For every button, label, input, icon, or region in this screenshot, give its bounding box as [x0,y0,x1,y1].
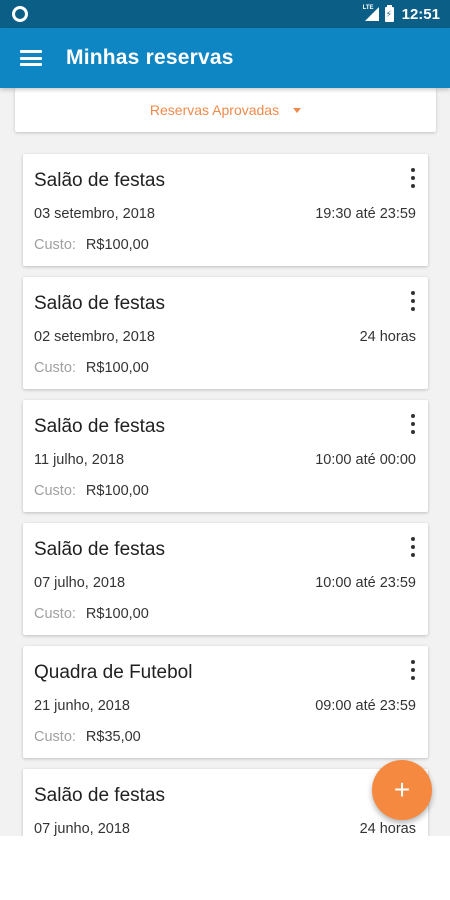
cost-value: R$100,00 [85,237,149,253]
reservation-cost: Custo: R$35,00 [34,729,141,745]
more-options-icon[interactable] [409,168,417,188]
reservation-time: 10:00 até 00:00 [315,452,416,468]
cost-value: R$100,00 [85,483,149,499]
circle-notification-icon [12,6,28,22]
battery-icon: ⚡ [384,4,394,22]
more-options-icon[interactable] [409,414,417,434]
reservation-cost: Custo: R$100,00 [34,237,149,253]
reservation-card[interactable]: Salão de festas 02 setembro, 2018 24 hor… [23,277,428,389]
battery-charging-symbol: ⚡ [385,8,392,19]
reservation-card[interactable]: Salão de festas 03 setembro, 2018 19:30 … [23,154,428,266]
reservation-time: 09:00 até 23:59 [315,698,416,714]
reservation-date: 11 julho, 2018 [34,452,125,468]
reservation-date: 07 julho, 2018 [34,575,126,591]
filter-card: Reservas Aprovadas [15,88,436,132]
signal-icon: LTE [362,5,379,21]
more-options-icon[interactable] [409,537,417,557]
status-left [12,6,28,22]
status-icons: LTE ⚡ [362,4,394,22]
reservation-title: Quadra de Futebol [34,662,193,683]
status-time: 12:51 [401,5,440,23]
cost-label: Custo: [34,360,76,376]
reservation-cost: Custo: R$100,00 [34,483,149,499]
reservation-title: Salão de festas [34,293,165,314]
cost-label: Custo: [34,606,76,622]
reservation-title: Salão de festas [34,785,165,806]
reservation-date: 07 junho, 2018 [34,821,130,836]
reservation-title: Salão de festas [34,170,165,191]
page-title: Minhas reservas [66,46,234,69]
status-right: LTE ⚡ 12:51 [362,4,440,23]
filter-selected-label: Reservas Aprovadas [149,102,280,118]
reservation-time: 10:00 até 23:59 [315,575,416,591]
cost-label: Custo: [34,483,76,499]
reservation-card[interactable]: Salão de festas 07 junho, 2018 24 horas [23,769,428,836]
add-reservation-button[interactable]: + [372,760,432,820]
reservation-card[interactable]: Salão de festas 11 julho, 2018 10:00 até… [23,400,428,512]
status-bar: LTE ⚡ 12:51 [0,0,450,28]
menu-line [20,50,42,53]
reservation-date: 02 setembro, 2018 [34,329,155,345]
menu-line [20,56,42,60]
reservation-title: Salão de festas [34,416,165,437]
cost-value: R$100,00 [85,606,149,622]
network-type-label: LTE [362,5,374,11]
reservation-cost: Custo: R$100,00 [34,606,149,622]
reservation-date: 03 setembro, 2018 [34,206,155,222]
menu-line [20,63,42,66]
dropdown-arrow-icon [293,107,302,113]
reservation-time: 24 horas [359,329,416,345]
reservation-date: 21 junho, 2018 [34,698,130,714]
status-filter-dropdown[interactable]: Reservas Aprovadas [149,102,302,118]
reservation-card[interactable]: Salão de festas 07 julho, 2018 10:00 até… [23,523,428,635]
reservations-content[interactable]: Reservas Aprovadas Salão de festas 03 se… [0,88,450,836]
reservation-time: 24 horas [359,821,416,836]
reservation-cost: Custo: R$100,00 [34,360,149,376]
reservation-title: Salão de festas [34,539,165,560]
more-options-icon[interactable] [409,291,417,311]
cost-label: Custo: [34,237,76,253]
reservation-card[interactable]: Quadra de Futebol 21 junho, 2018 09:00 a… [23,646,428,758]
cost-value: R$100,00 [85,360,149,376]
hamburger-menu-icon[interactable] [20,50,42,66]
bottom-blank-area [0,836,450,900]
more-options-icon[interactable] [409,660,417,680]
plus-icon: + [393,774,411,805]
cost-label: Custo: [34,729,76,745]
cost-value: R$35,00 [85,729,141,745]
reservation-time: 19:30 até 23:59 [315,206,416,222]
app-bar: Minhas reservas [0,28,450,88]
